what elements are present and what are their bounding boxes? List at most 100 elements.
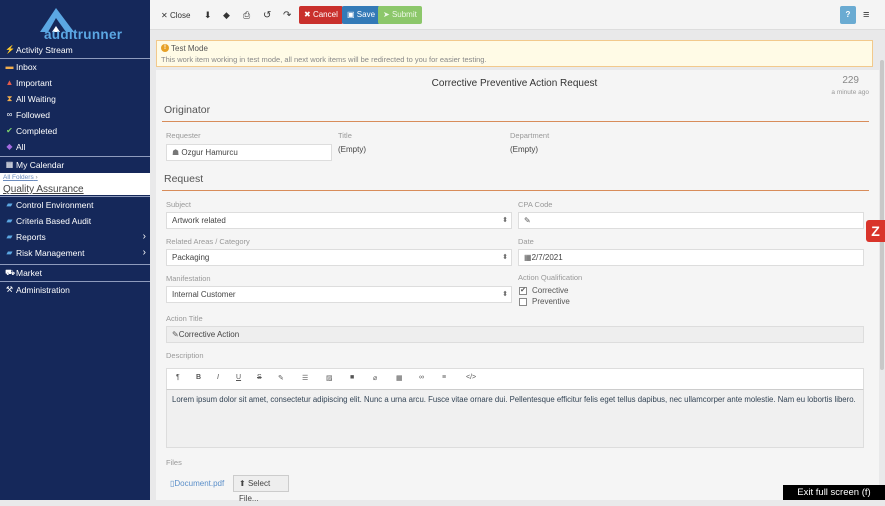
paragraph-icon[interactable]: ¶ <box>176 374 180 381</box>
sidebar-item-administration[interactable]: ⚒ Administration <box>0 282 150 298</box>
action-title-field[interactable]: ✎Corrective Action <box>166 326 864 343</box>
sidebar-item-label: All Waiting <box>16 94 56 104</box>
hourglass-icon: ⧗ <box>6 94 13 103</box>
align-icon[interactable]: ≡ <box>442 374 446 381</box>
strikethrough-icon[interactable]: S <box>257 374 262 381</box>
menu-icon[interactable]: ≡ <box>863 7 869 24</box>
folder-criteria-based-audit[interactable]: ▰ Criteria Based Audit <box>0 213 150 229</box>
description-label: Description <box>166 351 204 360</box>
save-label: Save <box>356 10 376 19</box>
areas-select[interactable]: Packaging ⬍ <box>166 249 512 266</box>
sidebar-item-important[interactable]: ▲ Important <box>0 75 150 91</box>
manifestation-select[interactable]: Internal Customer ⬍ <box>166 286 512 303</box>
section-originator: Originator <box>164 104 211 116</box>
chevron-right-icon[interactable]: › <box>143 229 146 245</box>
breadcrumb-separator: › <box>35 174 38 181</box>
preventive-checkbox[interactable]: Preventive <box>519 297 570 306</box>
folder-control-environment[interactable]: ▰ Control Environment <box>0 197 150 213</box>
manifestation-value: Internal Customer <box>172 290 236 299</box>
date-field[interactable]: ▦2/7/2021 <box>518 249 864 266</box>
cancel-button[interactable]: ✖ Cancel <box>299 6 343 24</box>
folder-icon: ▰ <box>6 248 13 257</box>
breadcrumb-root-label[interactable]: All Folders <box>3 174 34 181</box>
sidebar-item-inbox[interactable]: ▬ Inbox <box>0 59 150 75</box>
cancel-label: Cancel <box>312 10 338 19</box>
undo-icon[interactable]: ↺ <box>263 7 271 24</box>
pencil-icon: ✎ <box>524 216 531 225</box>
code-icon[interactable]: </> <box>466 374 476 381</box>
submit-button[interactable]: ➤ Submit <box>378 6 422 24</box>
save-button[interactable]: ▣ Save <box>342 6 381 24</box>
tags-icon[interactable]: ◆ <box>223 7 230 24</box>
bold-icon[interactable]: B <box>196 374 201 381</box>
print-icon[interactable]: ⎙ <box>243 7 250 24</box>
unchecked-icon <box>519 297 527 306</box>
link-icon[interactable]: ∞ <box>419 374 424 381</box>
folder-reports[interactable]: ▰ Reports › <box>0 229 150 245</box>
subject-select[interactable]: Artwork related ⬍ <box>166 212 512 229</box>
folder-risk-management[interactable]: ▰ Risk Management › <box>0 245 150 261</box>
sidebar-item-all-waiting[interactable]: ⧗ All Waiting <box>0 91 150 107</box>
file-link[interactable]: ▯Document.pdf <box>170 479 224 488</box>
select-file-button[interactable]: ⬆ Select File... <box>233 475 289 503</box>
file-name: Document.pdf <box>174 479 225 488</box>
department-label: Department <box>510 131 550 140</box>
sidebar-item-completed[interactable]: ✔ Completed <box>0 123 150 139</box>
sidebar-item-activity-stream[interactable]: ⚡ Activity Stream <box>0 42 150 58</box>
tag-icon: ◆ <box>6 142 13 151</box>
subject-value: Artwork related <box>172 216 226 225</box>
video-icon[interactable]: ■ <box>350 374 354 381</box>
sidebar-item-label: Completed <box>16 126 58 136</box>
list-icon[interactable]: ☰ <box>302 374 308 382</box>
scrollbar[interactable] <box>879 30 885 500</box>
submit-label: Submit <box>391 10 417 19</box>
test-mode-alert: ! Test Mode This work item working in te… <box>156 40 873 67</box>
corrective-checkbox[interactable]: ✔ Corrective <box>519 286 568 295</box>
requester-field[interactable]: ☗ Ozgur Hamurcu <box>166 144 332 161</box>
upload-icon: ⬆ <box>239 479 248 488</box>
date-value: 2/7/2021 <box>531 253 563 262</box>
brand-name[interactable]: auditrunner <box>44 27 122 42</box>
binoculars-icon: ∞ <box>6 110 13 119</box>
underline-icon[interactable]: U <box>236 374 241 381</box>
send-icon: ➤ <box>383 10 392 19</box>
sidebar-item-market[interactable]: ⛟ Market <box>0 265 150 281</box>
attachment-icon[interactable]: ⌀ <box>373 374 377 382</box>
zoom-z-button[interactable]: Z <box>866 220 885 242</box>
close-button[interactable]: ✕ Close <box>161 7 190 24</box>
alert-message: This work item working in test mode, all… <box>161 55 487 64</box>
areas-label: Related Areas / Category <box>166 237 250 246</box>
image-icon[interactable]: ▨ <box>326 374 333 382</box>
floppy-icon: ▣ <box>347 10 357 19</box>
alert-title: Test Mode <box>171 44 208 53</box>
scrollbar-thumb[interactable] <box>880 60 884 370</box>
sidebar-item-label: My Calendar <box>16 160 65 170</box>
wrench-icon: ⚒ <box>5 285 14 294</box>
action-title-value: Corrective Action <box>178 330 240 339</box>
section-divider <box>162 190 869 191</box>
breadcrumb-root[interactable]: All Folders › <box>3 174 38 181</box>
title-value: (Empty) <box>338 145 366 154</box>
preventive-label: Preventive <box>532 297 570 306</box>
redo-icon[interactable]: ↷ <box>283 7 291 24</box>
title-label: Title <box>338 131 352 140</box>
subject-label: Subject <box>166 200 192 209</box>
cart-icon: ⛟ <box>5 268 16 277</box>
download-icon[interactable]: ⬇ <box>204 7 212 24</box>
breadcrumb-current[interactable]: Quality Assurance <box>3 184 84 195</box>
sidebar-item-all[interactable]: ◆ All <box>0 139 150 155</box>
help-button[interactable]: ? <box>840 6 856 24</box>
warning-icon: ▲ <box>5 78 14 87</box>
cpa-code-field[interactable]: ✎ <box>518 212 864 229</box>
sidebar-item-followed[interactable]: ∞ Followed <box>0 107 150 123</box>
updown-icon: ⬍ <box>502 291 508 298</box>
brush-icon[interactable]: ✎ <box>278 374 284 382</box>
sidebar-item-my-calendar[interactable]: ▦ My Calendar <box>0 157 150 173</box>
sidebar-item-label: All <box>16 142 26 152</box>
description-editor[interactable]: Lorem ipsum dolor sit amet, consectetur … <box>166 390 864 448</box>
chevron-right-icon[interactable]: › <box>143 245 146 261</box>
italic-icon[interactable]: I <box>217 374 219 381</box>
table-icon[interactable]: ▦ <box>396 374 403 382</box>
calendar-icon: ▦ <box>5 160 14 169</box>
section-request: Request <box>164 173 204 185</box>
